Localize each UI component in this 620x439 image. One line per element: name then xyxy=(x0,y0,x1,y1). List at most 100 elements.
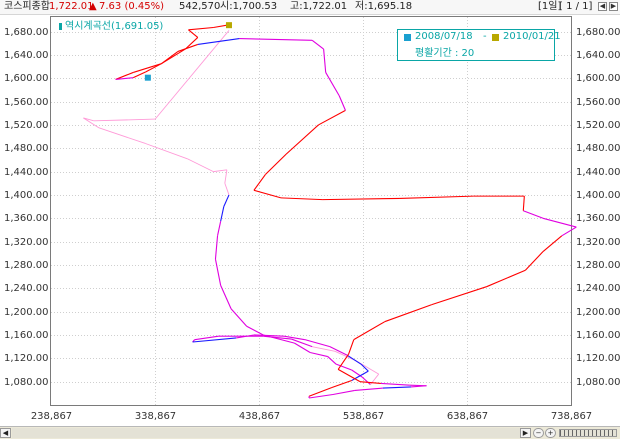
y-tick-label-right: 1,480.00 xyxy=(576,142,620,154)
curve-segment xyxy=(280,197,323,201)
y-tick-label-left: 1,600.00 xyxy=(4,72,49,84)
start-date: 2008/07/18 xyxy=(415,31,473,42)
y-tick-label-right: 1,640.00 xyxy=(576,49,620,61)
curve-segment xyxy=(184,37,199,50)
y-tick-label-left: 1,280.00 xyxy=(4,259,49,271)
curve-segment xyxy=(522,196,525,211)
y-tick-label-left: 1,080.00 xyxy=(4,376,49,388)
curve-segment xyxy=(187,158,214,173)
y-tick-label-left: 1,320.00 xyxy=(4,236,49,248)
curve-segment xyxy=(331,379,352,389)
x-tick-label: 338,867 xyxy=(134,411,177,422)
curve-segment xyxy=(354,387,383,391)
end-marker-icon xyxy=(492,34,499,41)
zoom-slider[interactable] xyxy=(559,429,617,437)
start-point-marker xyxy=(225,22,232,29)
x-tick-label: 538,867 xyxy=(342,411,385,422)
y-tick-label-left: 1,680.00 xyxy=(4,26,49,38)
curve-segment xyxy=(542,217,577,228)
end-date: 2010/01/21 xyxy=(503,31,561,42)
smoothing-period: 평활기간 : 20 xyxy=(415,48,475,59)
curve-segment xyxy=(220,206,225,222)
y-tick-label-right: 1,400.00 xyxy=(576,189,620,201)
curve-segment xyxy=(382,386,412,389)
curve-segment xyxy=(230,308,248,327)
curve-segment xyxy=(337,368,361,383)
y-tick-label-right: 1,360.00 xyxy=(576,212,620,224)
legend-swatch-icon xyxy=(59,22,62,30)
x-tick-label: 638,867 xyxy=(446,411,489,422)
curve-segment xyxy=(177,43,198,52)
scroll-track[interactable] xyxy=(12,428,521,438)
y-tick-label-left: 1,640.00 xyxy=(4,49,49,61)
curve-segment xyxy=(399,195,474,200)
x-tick-label: 238,867 xyxy=(30,411,73,422)
curve-segment xyxy=(217,221,222,236)
curve-segment xyxy=(214,235,219,260)
chart-scrollbar[interactable]: ◀ ▶ − + xyxy=(0,426,620,439)
y-tick-label-right: 1,280.00 xyxy=(576,259,620,271)
curve-segment xyxy=(188,26,214,31)
scroll-right-button[interactable]: ▶ xyxy=(520,428,531,438)
date-dash: - xyxy=(483,31,487,42)
curve-segment xyxy=(431,286,488,306)
curve-segment xyxy=(239,38,313,41)
curve-segment xyxy=(194,335,219,341)
curve-segment xyxy=(325,72,340,97)
curve-segment xyxy=(322,197,400,201)
curve-segment xyxy=(351,370,369,381)
curve-segment xyxy=(327,356,337,365)
y-tick-label-right: 1,520.00 xyxy=(576,119,620,131)
y-tick-label-left: 1,400.00 xyxy=(4,189,49,201)
curve-segment xyxy=(409,384,427,387)
y-tick-label-left: 1,160.00 xyxy=(4,329,49,341)
y-tick-label-right: 1,320.00 xyxy=(576,236,620,248)
end-point-marker xyxy=(144,74,151,81)
curve-segment xyxy=(213,169,227,173)
y-tick-label-right: 1,080.00 xyxy=(576,376,620,388)
curve-segment xyxy=(133,71,147,79)
y-tick-label-left: 1,480.00 xyxy=(4,142,49,154)
curve-segment xyxy=(224,183,230,196)
curve-segment xyxy=(214,259,222,286)
zoom-out-button[interactable]: − xyxy=(533,428,544,438)
y-tick-label-right: 1,120.00 xyxy=(576,352,620,364)
curve-segment xyxy=(561,226,577,237)
x-tick-label: 738,867 xyxy=(550,411,593,422)
y-tick-label-right: 1,160.00 xyxy=(576,329,620,341)
zoom-in-button[interactable]: + xyxy=(545,428,556,438)
curve-segment xyxy=(253,189,282,199)
curve-segment xyxy=(161,48,186,65)
curve-segment xyxy=(154,30,230,120)
curve-segment xyxy=(523,210,544,219)
y-tick-label-right: 1,200.00 xyxy=(576,306,620,318)
curve-segment xyxy=(213,24,227,29)
y-tick-label-right: 1,680.00 xyxy=(576,26,620,38)
period-info-box: 2008/07/18 - 2010/01/21 평활기간 : 20 xyxy=(397,29,561,61)
chart-legend: 역시계곡선(1,691.05) xyxy=(59,17,163,32)
curve-segment xyxy=(486,269,526,288)
curve-segment xyxy=(98,127,146,145)
curve-segment xyxy=(524,251,544,271)
curve-series xyxy=(83,24,577,399)
y-tick-label-left: 1,440.00 xyxy=(4,166,49,178)
y-tick-label-left: 1,360.00 xyxy=(4,212,49,224)
y-tick-label-right: 1,440.00 xyxy=(576,166,620,178)
curve-segment xyxy=(332,389,355,396)
curve-segment xyxy=(188,29,199,38)
curve-segment xyxy=(224,169,228,184)
scroll-left-button[interactable]: ◀ xyxy=(0,428,11,438)
curve-segment xyxy=(318,109,346,126)
y-tick-label-left: 1,120.00 xyxy=(4,352,49,364)
chart-canvas xyxy=(51,17,577,405)
y-tick-label-left: 1,240.00 xyxy=(4,282,49,294)
curve-segment xyxy=(542,235,563,252)
curve-segment xyxy=(246,325,264,336)
curve-segment xyxy=(83,117,100,129)
curve-segment xyxy=(353,321,386,341)
curve-segment xyxy=(311,39,324,50)
y-tick-label-right: 1,600.00 xyxy=(576,72,620,84)
curve-segment xyxy=(380,382,410,386)
curve-segment xyxy=(348,339,355,355)
curve-segment xyxy=(347,354,362,365)
